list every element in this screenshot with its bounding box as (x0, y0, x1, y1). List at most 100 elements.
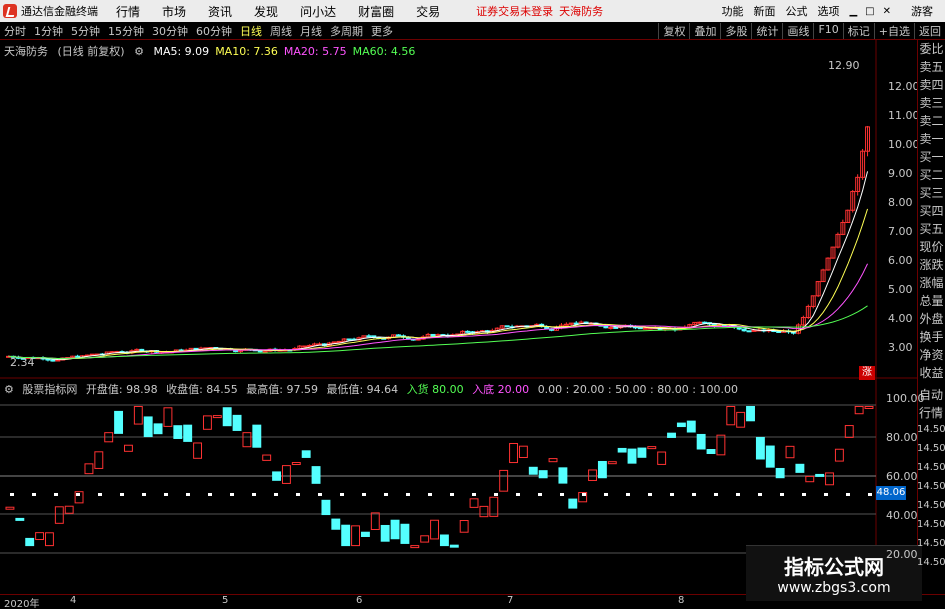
ind-dot (802, 493, 806, 496)
candle (55, 359, 61, 362)
ind-dot (824, 493, 828, 496)
ind-dot (538, 493, 542, 496)
candle (642, 327, 648, 330)
ind-dot (10, 493, 14, 496)
ind-bar (755, 436, 765, 460)
ind-dot (626, 493, 630, 496)
candle (89, 353, 95, 356)
ind-bar (449, 544, 459, 548)
ind-side-tick-6: 14.50 (917, 538, 945, 549)
ind-bar (785, 445, 795, 459)
ind-bar (25, 537, 35, 547)
sidebar-item-2[interactable]: 卖四 (918, 76, 945, 94)
ind-bar (844, 425, 854, 438)
ind-bar (94, 451, 104, 469)
ind-bar (262, 454, 272, 461)
candle (751, 329, 757, 332)
low-price-label: 2.34 (10, 356, 35, 369)
indicator-settings-icon[interactable]: ⚙ (4, 383, 14, 396)
ind-bar (183, 424, 193, 442)
sidebar-item-15[interactable]: 外盘 (918, 310, 945, 328)
ind-bar (825, 472, 834, 486)
ind-dot (516, 493, 520, 496)
price-tick-8: 4.00 (888, 312, 913, 325)
sidebar-item-5[interactable]: 卖一 (918, 130, 945, 148)
price-tick-9: 3.00 (888, 341, 913, 354)
ind-dot (54, 493, 58, 496)
ind-dot (736, 493, 740, 496)
ind-bar (311, 466, 321, 484)
ind-bar (84, 463, 94, 475)
ind-bar (854, 405, 864, 415)
candle (563, 323, 569, 326)
candle (45, 358, 51, 361)
sidebar-item-6[interactable]: 买一 (918, 148, 945, 166)
ind-bar (400, 523, 410, 544)
ind-bar (133, 405, 143, 425)
ind-dot (164, 493, 168, 496)
price-tick-5: 7.00 (888, 225, 913, 238)
price-tick-4: 8.00 (888, 196, 913, 209)
ind-tick-2: 60.00 (886, 470, 918, 483)
sidebar-item-9[interactable]: 买四 (918, 202, 945, 220)
candle (50, 359, 56, 362)
ind-dot (208, 493, 212, 496)
ma5-line (8, 171, 869, 361)
date-label-4: 7 (507, 595, 514, 606)
sidebar-item-8[interactable]: 买三 (918, 184, 945, 202)
sidebar-item-17[interactable]: 净资 (918, 346, 945, 364)
ind-dot (120, 493, 124, 496)
price-tick-7: 5.00 (888, 283, 913, 296)
ind-bar (617, 447, 627, 453)
sidebar-item-13[interactable]: 涨幅 (918, 274, 945, 292)
ind-dot (714, 493, 718, 496)
sidebar-item-18[interactable]: 收益 (918, 364, 945, 382)
ind-tick-1: 80.00 (886, 431, 918, 444)
sidebar-item-0[interactable]: 委比 (918, 40, 945, 58)
ind-tick-4: 20.00 (886, 548, 918, 561)
ind-side-tick-3: 14.50 (917, 481, 945, 492)
open-value: 开盘值: 98.98 (85, 383, 158, 396)
ind-dot (252, 493, 256, 496)
ind-dot (142, 493, 146, 496)
ind-bar (252, 424, 262, 448)
ind-dot (340, 493, 344, 496)
ind-bar (568, 498, 578, 509)
ind-tick-0: 100.00 (886, 392, 925, 405)
sidebar-lower-item-1[interactable]: 行情 (917, 404, 945, 422)
sidebar-item-4[interactable]: 卖二 (918, 112, 945, 130)
sidebar-item-14[interactable]: 总量 (918, 292, 945, 310)
ind-bar (153, 423, 163, 435)
sidebar-item-7[interactable]: 买二 (918, 166, 945, 184)
sidebar-item-3[interactable]: 卖三 (918, 94, 945, 112)
ind-bar (775, 467, 785, 479)
candle (307, 344, 313, 347)
kline-chart[interactable]: 12.90 2.34 (0, 0, 945, 609)
ma20-line (8, 263, 868, 359)
candle (430, 333, 436, 337)
ind-bar (657, 451, 667, 465)
ind-bar (163, 407, 173, 427)
ind-bar (232, 414, 242, 431)
ind-bar (558, 467, 568, 484)
ind-side-tick-5: 14.50 (917, 519, 945, 530)
sidebar-item-11[interactable]: 现价 (918, 238, 945, 256)
ind-bar (5, 506, 15, 510)
ind-bar (667, 432, 676, 438)
ind-bar (272, 471, 282, 481)
indicator-levels: 0.00 : 20.00 : 50.00 : 80.00 : 100.00 (537, 383, 738, 396)
date-label-1: 4 (70, 595, 77, 606)
ind-dot (76, 493, 80, 496)
sidebar-item-10[interactable]: 买五 (918, 220, 945, 238)
indicator-name: 股票指标网 (22, 383, 78, 396)
ind-bar (864, 405, 874, 409)
ind-dot (780, 493, 784, 496)
ind-bar (321, 499, 331, 516)
ind-dot (98, 493, 102, 496)
candle (257, 350, 263, 353)
ind-dot (560, 493, 564, 496)
sidebar-item-12[interactable]: 涨跌 (918, 256, 945, 274)
sidebar-item-1[interactable]: 卖五 (918, 58, 945, 76)
ind-dot (494, 493, 498, 496)
sidebar-item-16[interactable]: 换手 (918, 328, 945, 346)
